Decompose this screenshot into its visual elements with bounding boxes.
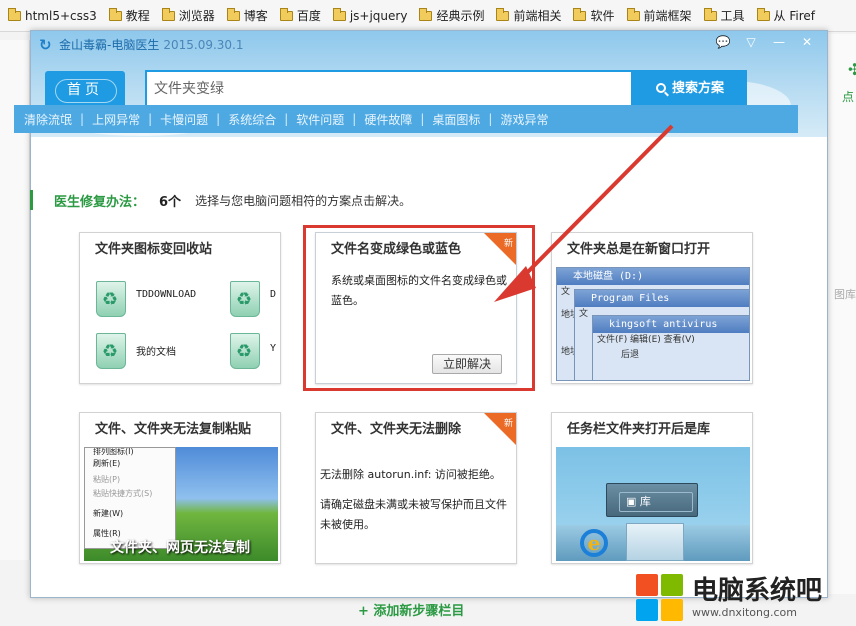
search-icon bbox=[655, 83, 666, 93]
recycle-bin-icon: ♻ bbox=[90, 275, 130, 319]
bookmark-item[interactable]: 百度 bbox=[279, 7, 321, 24]
folder-icon bbox=[573, 7, 587, 21]
bookmark-item[interactable]: 前端框架 bbox=[626, 7, 692, 24]
window-controls: 💬 ▽ — ✕ bbox=[709, 33, 821, 51]
context-menu: 排列图标(I) 刷新(E) 粘贴(P) 粘贴快捷方式(S) 新建(W) 属性(R… bbox=[84, 447, 176, 549]
library-folder-icon: ▣ bbox=[626, 495, 640, 508]
background-right-grey-text: 图库 bbox=[834, 288, 856, 301]
folder-icon bbox=[226, 7, 240, 21]
card-title: 文件夹总是在新窗口打开 bbox=[567, 242, 711, 257]
explorer-window: kingsoft antivirus 文件(F) 编辑(E) 查看(V) 后退 bbox=[592, 315, 750, 381]
windows-logo-icon bbox=[636, 574, 684, 622]
ie-icon: e bbox=[580, 529, 608, 557]
bookmark-item[interactable]: js+jquery bbox=[332, 7, 407, 23]
folder-icon bbox=[161, 7, 175, 21]
feedback-icon[interactable]: 💬 bbox=[709, 33, 737, 51]
watermark-title: 电脑系统吧 bbox=[692, 576, 823, 606]
card-thumbnail: ▣ 库 e bbox=[556, 447, 750, 561]
explorer-icon bbox=[626, 523, 684, 561]
section-marker bbox=[30, 190, 33, 210]
app-logo-icon: ↻ bbox=[39, 36, 52, 54]
folder-icon bbox=[279, 7, 293, 21]
card-title: 文件夹图标变回收站 bbox=[95, 242, 213, 257]
folder-icon bbox=[496, 7, 510, 21]
bookmark-item[interactable]: 教程 bbox=[108, 7, 150, 24]
folder-icon bbox=[626, 7, 640, 21]
bookmark-item[interactable]: 经典示例 bbox=[419, 7, 484, 24]
taskbar-popup: ▣ 库 bbox=[606, 483, 698, 517]
category-link[interactable]: 软件问题 bbox=[296, 111, 344, 128]
bookmark-item[interactable]: html5+css3 bbox=[8, 7, 97, 23]
new-badge-label: 新 bbox=[503, 419, 513, 429]
home-button[interactable]: 首页 bbox=[45, 71, 125, 109]
background-right-text: 点 bbox=[842, 90, 855, 104]
solution-card[interactable]: 文件、文件夹无法删除 新 无法删除 autorun.inf: 访问被拒绝。 请确… bbox=[315, 412, 517, 564]
folder-icon bbox=[756, 7, 770, 21]
menu-icon[interactable]: ▽ bbox=[737, 33, 765, 51]
category-bar: 清除流氓 | 上网异常 | 卡慢问题 | 系统综合 | 软件问题 | 硬件故障 | 桌面图标… bbox=[14, 105, 798, 133]
plus-icon[interactable]: ✣ bbox=[848, 60, 856, 79]
category-link[interactable]: 桌面图标 bbox=[432, 111, 480, 128]
solution-card[interactable]: 文件夹总是在新窗口打开 本地磁盘 (D:) 文 地址 地址 Program Fi… bbox=[551, 232, 753, 384]
folder-icon bbox=[108, 7, 122, 21]
dialog-title: 金山毒霸-电脑医生 2015.09.30.1 bbox=[59, 38, 244, 52]
card-title: 任务栏文件夹打开后是库 bbox=[567, 422, 711, 437]
bookmark-item[interactable]: 浏览器 bbox=[161, 7, 215, 24]
recycle-bin-icon: ♻ bbox=[224, 275, 264, 319]
folder-icon bbox=[703, 7, 717, 21]
site-watermark: 电脑系统吧 www.dnxitong.com bbox=[636, 570, 856, 626]
card-title: 文件、文件夹无法复制粘贴 bbox=[95, 422, 252, 437]
folder-icon bbox=[332, 7, 346, 21]
minimize-icon[interactable]: — bbox=[765, 33, 793, 51]
category-link[interactable]: 游戏异常 bbox=[500, 111, 548, 128]
folder-icon bbox=[8, 7, 21, 21]
section-description: 选择与您电脑问题相符的方案点击解决。 bbox=[195, 193, 412, 208]
close-icon[interactable]: ✕ bbox=[793, 33, 821, 51]
search-input[interactable]: 文件夹变绿 bbox=[145, 70, 633, 108]
background-right-panel: ✣ 点 图库 bbox=[828, 34, 856, 594]
solution-card[interactable]: 文件夹图标变回收站 ♻ TDDOWNLOAD ♻ D ♻ 我的文档 ♻ Y bbox=[79, 232, 281, 384]
highlight-frame bbox=[303, 225, 535, 391]
watermark-url: www.dnxitong.com bbox=[692, 606, 797, 619]
category-link[interactable]: 系统综合 bbox=[228, 111, 276, 128]
card-description: 无法删除 autorun.inf: 访问被拒绝。 请确定磁盘未满或未被写保护而且… bbox=[320, 468, 507, 531]
bookmark-item[interactable]: 软件 bbox=[573, 7, 615, 24]
add-step-link[interactable]: + 添加新步骤栏目 bbox=[358, 600, 464, 619]
bookmark-item[interactable]: 前端相关 bbox=[496, 7, 561, 24]
bookmarks-bar: html5+css3 教程 浏览器 博客 百度 js+jquery 经典示例 前… bbox=[0, 0, 856, 32]
solutions-header: 医生修复办法： 6个 选择与您电脑问题相符的方案点击解决。 bbox=[30, 190, 411, 210]
solution-count: 6个 bbox=[159, 194, 182, 210]
bookmark-item[interactable]: 从 Firef bbox=[756, 7, 815, 24]
category-link[interactable]: 硬件故障 bbox=[364, 111, 412, 128]
solution-card[interactable]: 任务栏文件夹打开后是库 ▣ 库 e bbox=[551, 412, 753, 564]
card-thumbnail: ♻ TDDOWNLOAD ♻ D ♻ 我的文档 ♻ Y bbox=[84, 267, 278, 381]
card-thumbnail: 排列图标(I) 刷新(E) 粘贴(P) 粘贴快捷方式(S) 新建(W) 属性(R… bbox=[84, 447, 278, 561]
back-button: 后退 bbox=[621, 350, 640, 360]
section-label: 医生修复办法： bbox=[54, 194, 146, 210]
recycle-bin-icon: ♻ bbox=[90, 327, 130, 371]
solution-card[interactable]: 文件、文件夹无法复制粘贴 排列图标(I) 刷新(E) 粘贴(P) 粘贴快捷方式(… bbox=[79, 412, 281, 564]
folder-icon bbox=[419, 7, 433, 21]
recycle-bin-icon: ♻ bbox=[224, 327, 264, 371]
bookmark-item[interactable]: 博客 bbox=[226, 7, 268, 24]
category-link[interactable]: 清除流氓 bbox=[24, 111, 72, 128]
category-link[interactable]: 上网异常 bbox=[92, 111, 140, 128]
category-link[interactable]: 卡慢问题 bbox=[160, 111, 208, 128]
thumbnail-caption: 文件夹、网页无法复制 bbox=[110, 540, 250, 556]
search-button[interactable]: 搜索方案 bbox=[633, 70, 747, 108]
card-thumbnail: 本地磁盘 (D:) 文 地址 地址 Program Files 文 kingso… bbox=[556, 267, 750, 381]
bookmark-item[interactable]: 工具 bbox=[703, 7, 745, 24]
